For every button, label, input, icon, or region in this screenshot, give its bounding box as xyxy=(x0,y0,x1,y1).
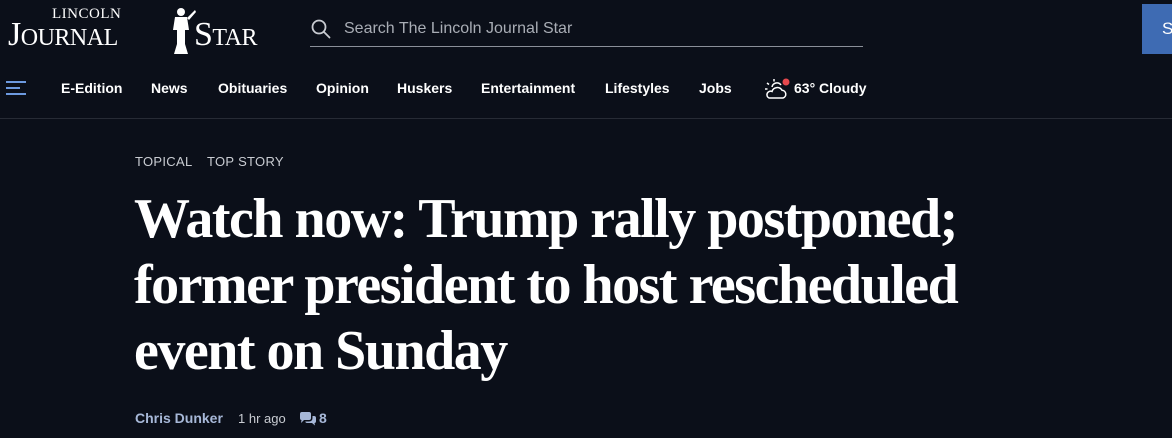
nav-item-obituaries[interactable]: Obituaries xyxy=(218,80,287,96)
menu-icon[interactable] xyxy=(6,80,26,96)
comment-count: 8 xyxy=(319,410,327,426)
search-bar xyxy=(310,14,863,47)
headline-line: Watch now: Trump rally postponed; xyxy=(134,188,958,250)
partly-cloudy-icon xyxy=(765,78,790,99)
tag-topical[interactable]: TOPICAL xyxy=(135,154,193,169)
search-input[interactable] xyxy=(344,16,844,42)
subscribe-button[interactable]: S xyxy=(1142,4,1172,54)
article-headline: Watch now: Trump rally postponed; former… xyxy=(134,186,1114,384)
nav-item-lifestyles[interactable]: Lifestyles xyxy=(605,80,670,96)
headline-line: former president to host rescheduled xyxy=(134,254,959,316)
publish-time: 1 hr ago xyxy=(238,411,286,426)
nav-item-huskers[interactable]: Huskers xyxy=(397,80,452,96)
logo-statue-icon xyxy=(173,8,196,54)
top-bar: LINCOLN Journal Star S xyxy=(0,0,1172,60)
nav-item-entertainment[interactable]: Entertainment xyxy=(481,80,575,96)
headline-line: event on Sunday xyxy=(134,320,508,382)
nav-item-e-edition[interactable]: E-Edition xyxy=(61,80,122,96)
author-link[interactable]: Chris Dunker xyxy=(135,410,223,426)
nav-item-jobs[interactable]: Jobs xyxy=(699,80,732,96)
weather-text: 63° Cloudy xyxy=(794,80,867,96)
nav-item-opinion[interactable]: Opinion xyxy=(316,80,369,96)
tag-top-story[interactable]: TOP STORY xyxy=(207,154,284,169)
nav-item-news[interactable]: News xyxy=(151,80,188,96)
logo-word-journal: Journal xyxy=(8,16,118,53)
search-icon[interactable] xyxy=(310,18,332,40)
comment-bubble-icon xyxy=(300,412,316,426)
logo-word-star: Star xyxy=(194,16,258,53)
main-nav: E-Edition News Obituaries Opinion Husker… xyxy=(0,60,1172,119)
site-logo[interactable]: LINCOLN Journal Star xyxy=(8,6,284,56)
page: LINCOLN Journal Star S E-Edition News xyxy=(0,0,1172,438)
